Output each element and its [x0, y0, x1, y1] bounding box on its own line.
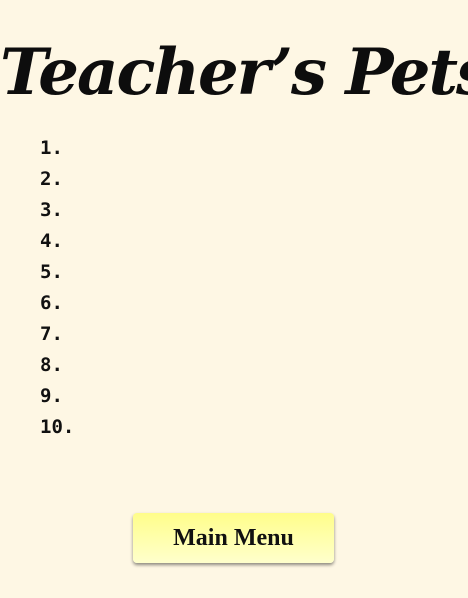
leaderboard-list: 1. 2. 3. 4. 5. 6. 7. 8. 9. 10. [40, 135, 74, 445]
main-menu-button[interactable]: Main Menu [133, 513, 334, 563]
rank-label: 7. [40, 323, 63, 345]
rank-label: 2. [40, 168, 63, 190]
leaderboard-row: 5. [40, 259, 74, 290]
leaderboard-row: 1. [40, 135, 74, 166]
leaderboard-row: 6. [40, 290, 74, 321]
rank-label: 9. [40, 385, 63, 407]
leaderboard-row: 7. [40, 321, 74, 352]
leaderboard-row: 2. [40, 166, 74, 197]
game-title: Teacher’s Pets [0, 35, 468, 110]
rank-label: 4. [40, 230, 63, 252]
leaderboard-row: 3. [40, 197, 74, 228]
rank-label: 6. [40, 292, 63, 314]
leaderboard-row: 4. [40, 228, 74, 259]
rank-label: 5. [40, 261, 63, 283]
rank-label: 8. [40, 354, 63, 376]
rank-label: 10. [40, 416, 75, 438]
leaderboard-row: 9. [40, 383, 74, 414]
rank-label: 3. [40, 199, 63, 221]
rank-label: 1. [40, 137, 63, 159]
leaderboard-row: 10. [40, 414, 74, 445]
leaderboard-row: 8. [40, 352, 74, 383]
